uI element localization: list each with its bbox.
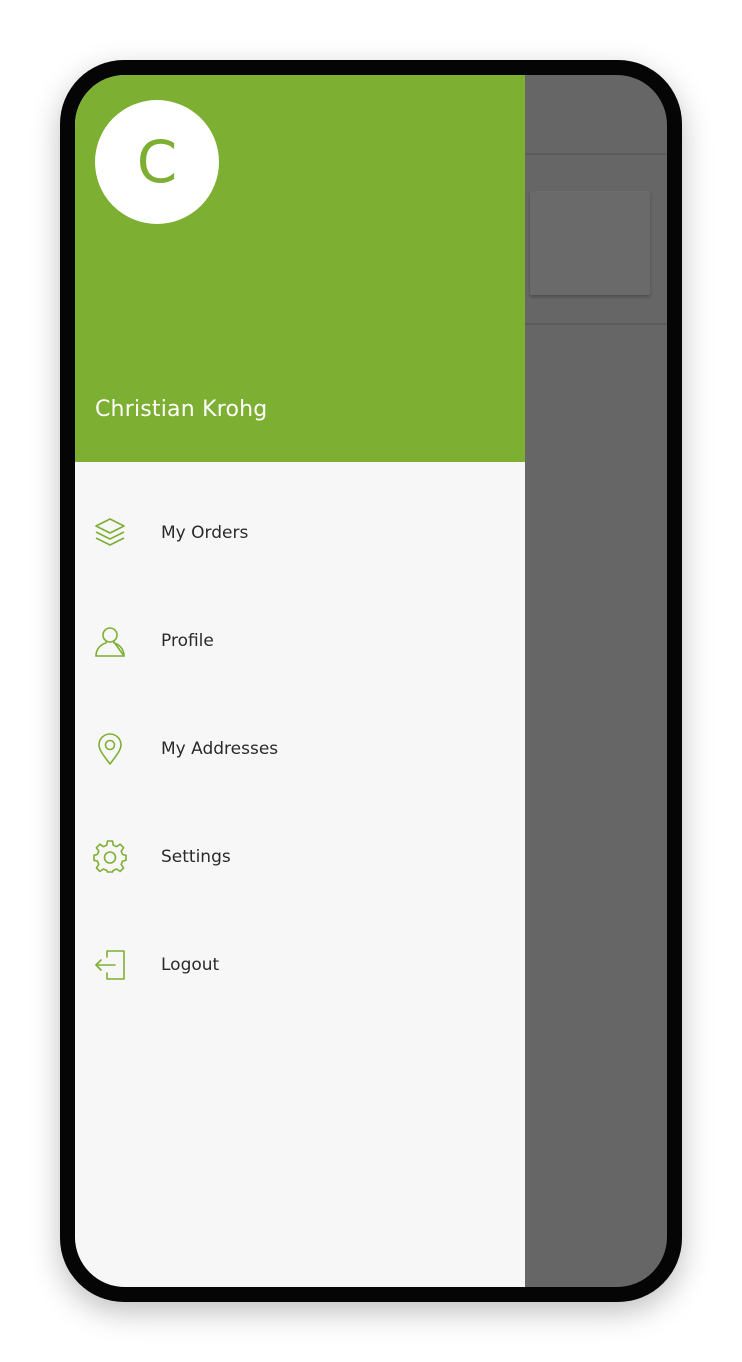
avatar[interactable]: C: [95, 100, 219, 224]
layers-icon: [93, 516, 127, 550]
menu-item-profile[interactable]: Profile: [75, 587, 525, 695]
user-name: Christian Krohg: [95, 397, 268, 422]
screen: C Christian Krohg My Orders Profile My A…: [75, 75, 667, 1287]
menu-item-label: Logout: [161, 955, 220, 975]
menu-item-settings[interactable]: Settings: [75, 803, 525, 911]
navigation-drawer: C Christian Krohg My Orders Profile My A…: [75, 75, 525, 1287]
menu-item-label: Profile: [161, 631, 214, 651]
user-icon: [93, 624, 127, 658]
drawer-scrim[interactable]: [525, 75, 667, 1287]
drawer-header: C Christian Krohg: [75, 75, 525, 462]
menu-item-my-addresses[interactable]: My Addresses: [75, 695, 525, 803]
phone-frame: C Christian Krohg My Orders Profile My A…: [60, 60, 682, 1302]
logout-icon: [93, 948, 127, 982]
menu-item-my-orders[interactable]: My Orders: [75, 479, 525, 587]
menu-item-label: My Addresses: [161, 739, 279, 759]
menu-item-label: My Orders: [161, 523, 249, 543]
location-pin-icon: [93, 732, 127, 766]
gear-icon: [93, 840, 127, 874]
menu-item-logout[interactable]: Logout: [75, 911, 525, 1019]
menu-item-label: Settings: [161, 847, 231, 867]
drawer-menu: My Orders Profile My Addresses Settings …: [75, 479, 525, 1019]
